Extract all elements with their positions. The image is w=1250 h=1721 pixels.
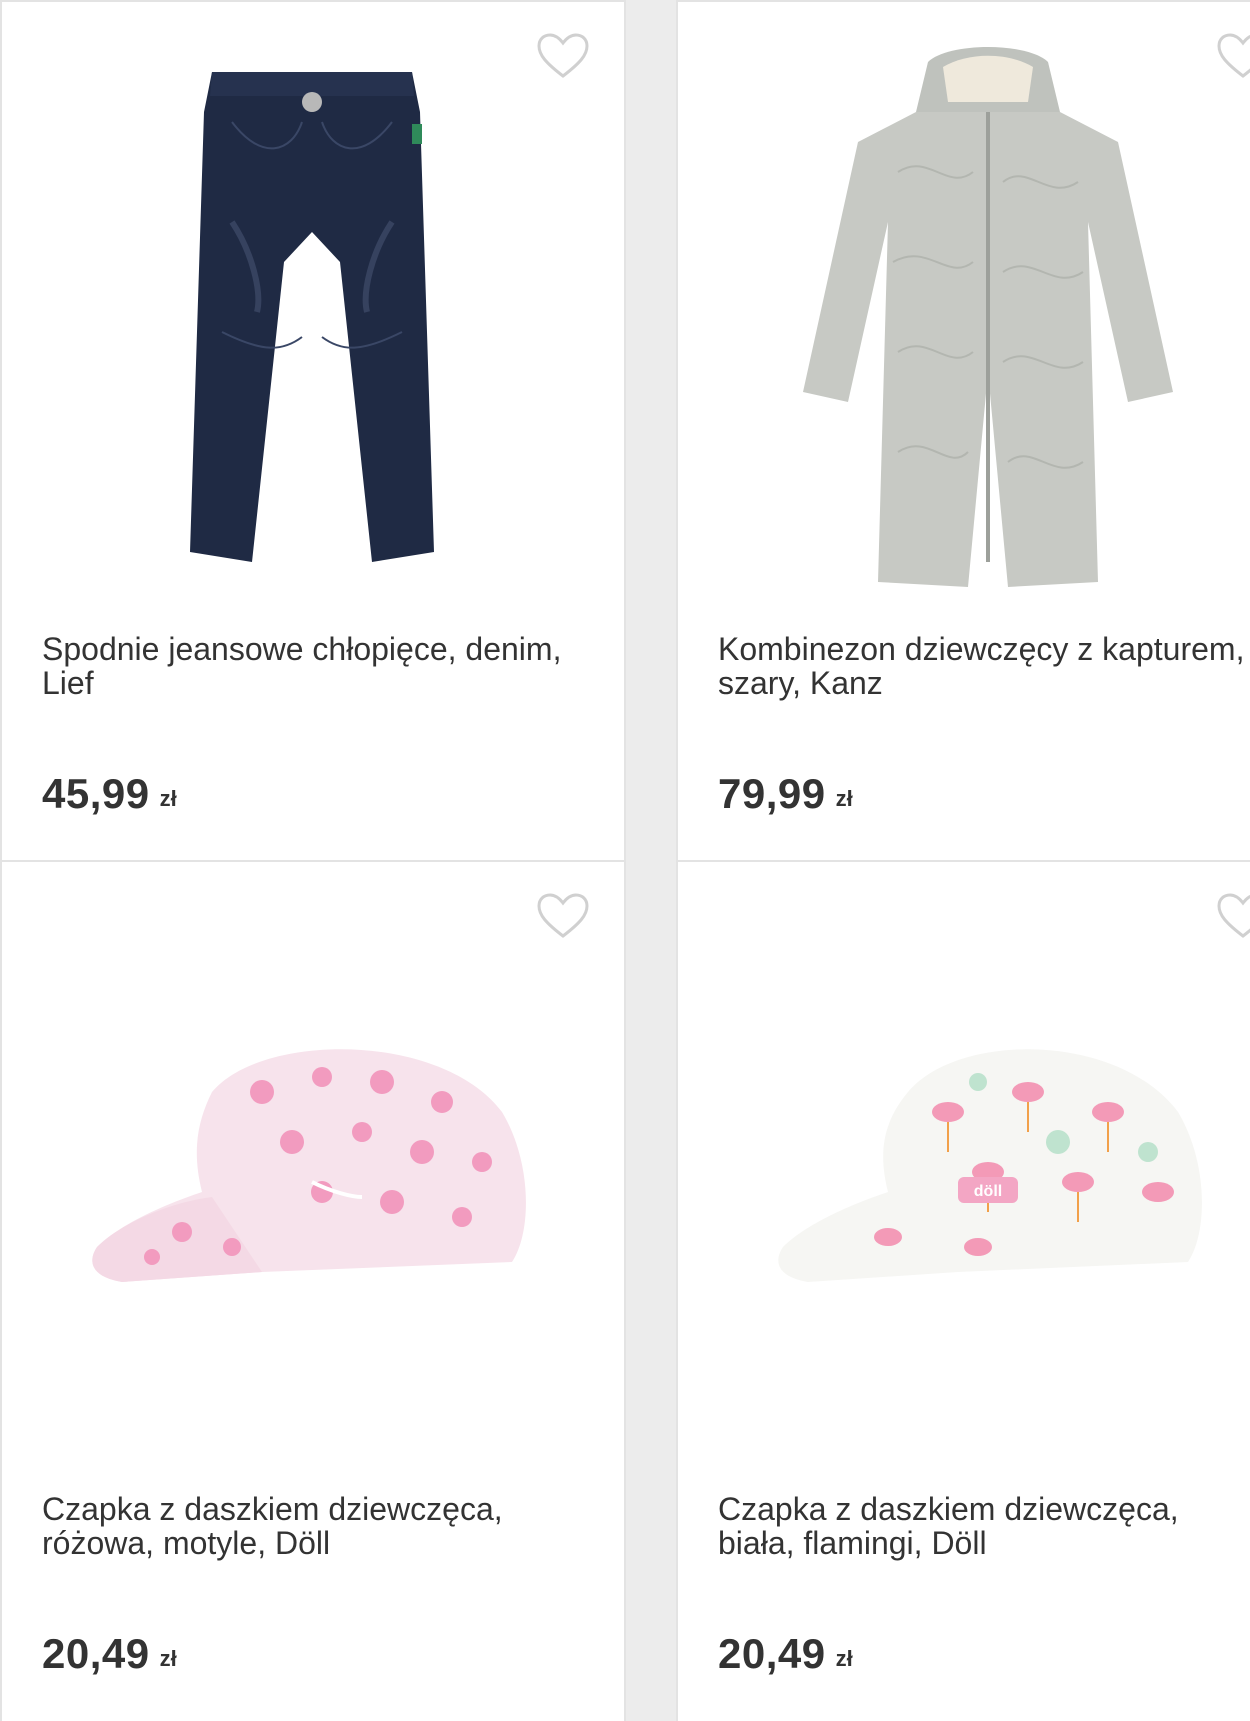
- white-flamingo-cap-image: döll: [778, 1049, 1202, 1282]
- price-amount: 45,99: [42, 770, 150, 817]
- product-image[interactable]: [42, 892, 582, 1472]
- product-price: 20,49 zł: [718, 1630, 853, 1678]
- pink-butterfly-cap-image: [92, 1049, 526, 1282]
- product-image[interactable]: [42, 32, 582, 612]
- product-price: 79,99 zł: [718, 770, 853, 818]
- price-currency: zł: [835, 1646, 853, 1671]
- grey-snowsuit-image: [803, 47, 1173, 587]
- product-title[interactable]: Czapka z daszkiem dziewczęca, różowa, mo…: [42, 1492, 582, 1560]
- product-title[interactable]: Spodnie jeansowe chłopięce, denim, Lief: [42, 632, 582, 700]
- product-image[interactable]: döll: [718, 892, 1250, 1472]
- product-image[interactable]: [718, 32, 1250, 612]
- price-amount: 79,99: [718, 770, 826, 817]
- cap-brand-label: döll: [974, 1183, 1002, 1200]
- product-card[interactable]: Czapka z daszkiem dziewczęca, różowa, mo…: [0, 860, 626, 1721]
- price-currency: zł: [159, 786, 177, 811]
- product-price: 20,49 zł: [42, 1630, 177, 1678]
- price-currency: zł: [159, 1646, 177, 1671]
- product-grid: Spodnie jeansowe chłopięce, denim, Lief …: [0, 0, 1250, 1721]
- jeans-pants-image: [190, 72, 434, 562]
- price-amount: 20,49: [42, 1630, 150, 1677]
- product-title[interactable]: Czapka z daszkiem dziewczęca, biała, fla…: [718, 1492, 1250, 1560]
- price-amount: 20,49: [718, 1630, 826, 1677]
- product-card[interactable]: döll Czapka z daszkiem dziewczęca, biała…: [676, 860, 1250, 1721]
- product-price: 45,99 zł: [42, 770, 177, 818]
- price-currency: zł: [835, 786, 853, 811]
- product-card[interactable]: Kombinezon dziewczęcy z kapturem, szary,…: [676, 0, 1250, 862]
- product-title[interactable]: Kombinezon dziewczęcy z kapturem, szary,…: [718, 632, 1250, 700]
- product-card[interactable]: Spodnie jeansowe chłopięce, denim, Lief …: [0, 0, 626, 862]
